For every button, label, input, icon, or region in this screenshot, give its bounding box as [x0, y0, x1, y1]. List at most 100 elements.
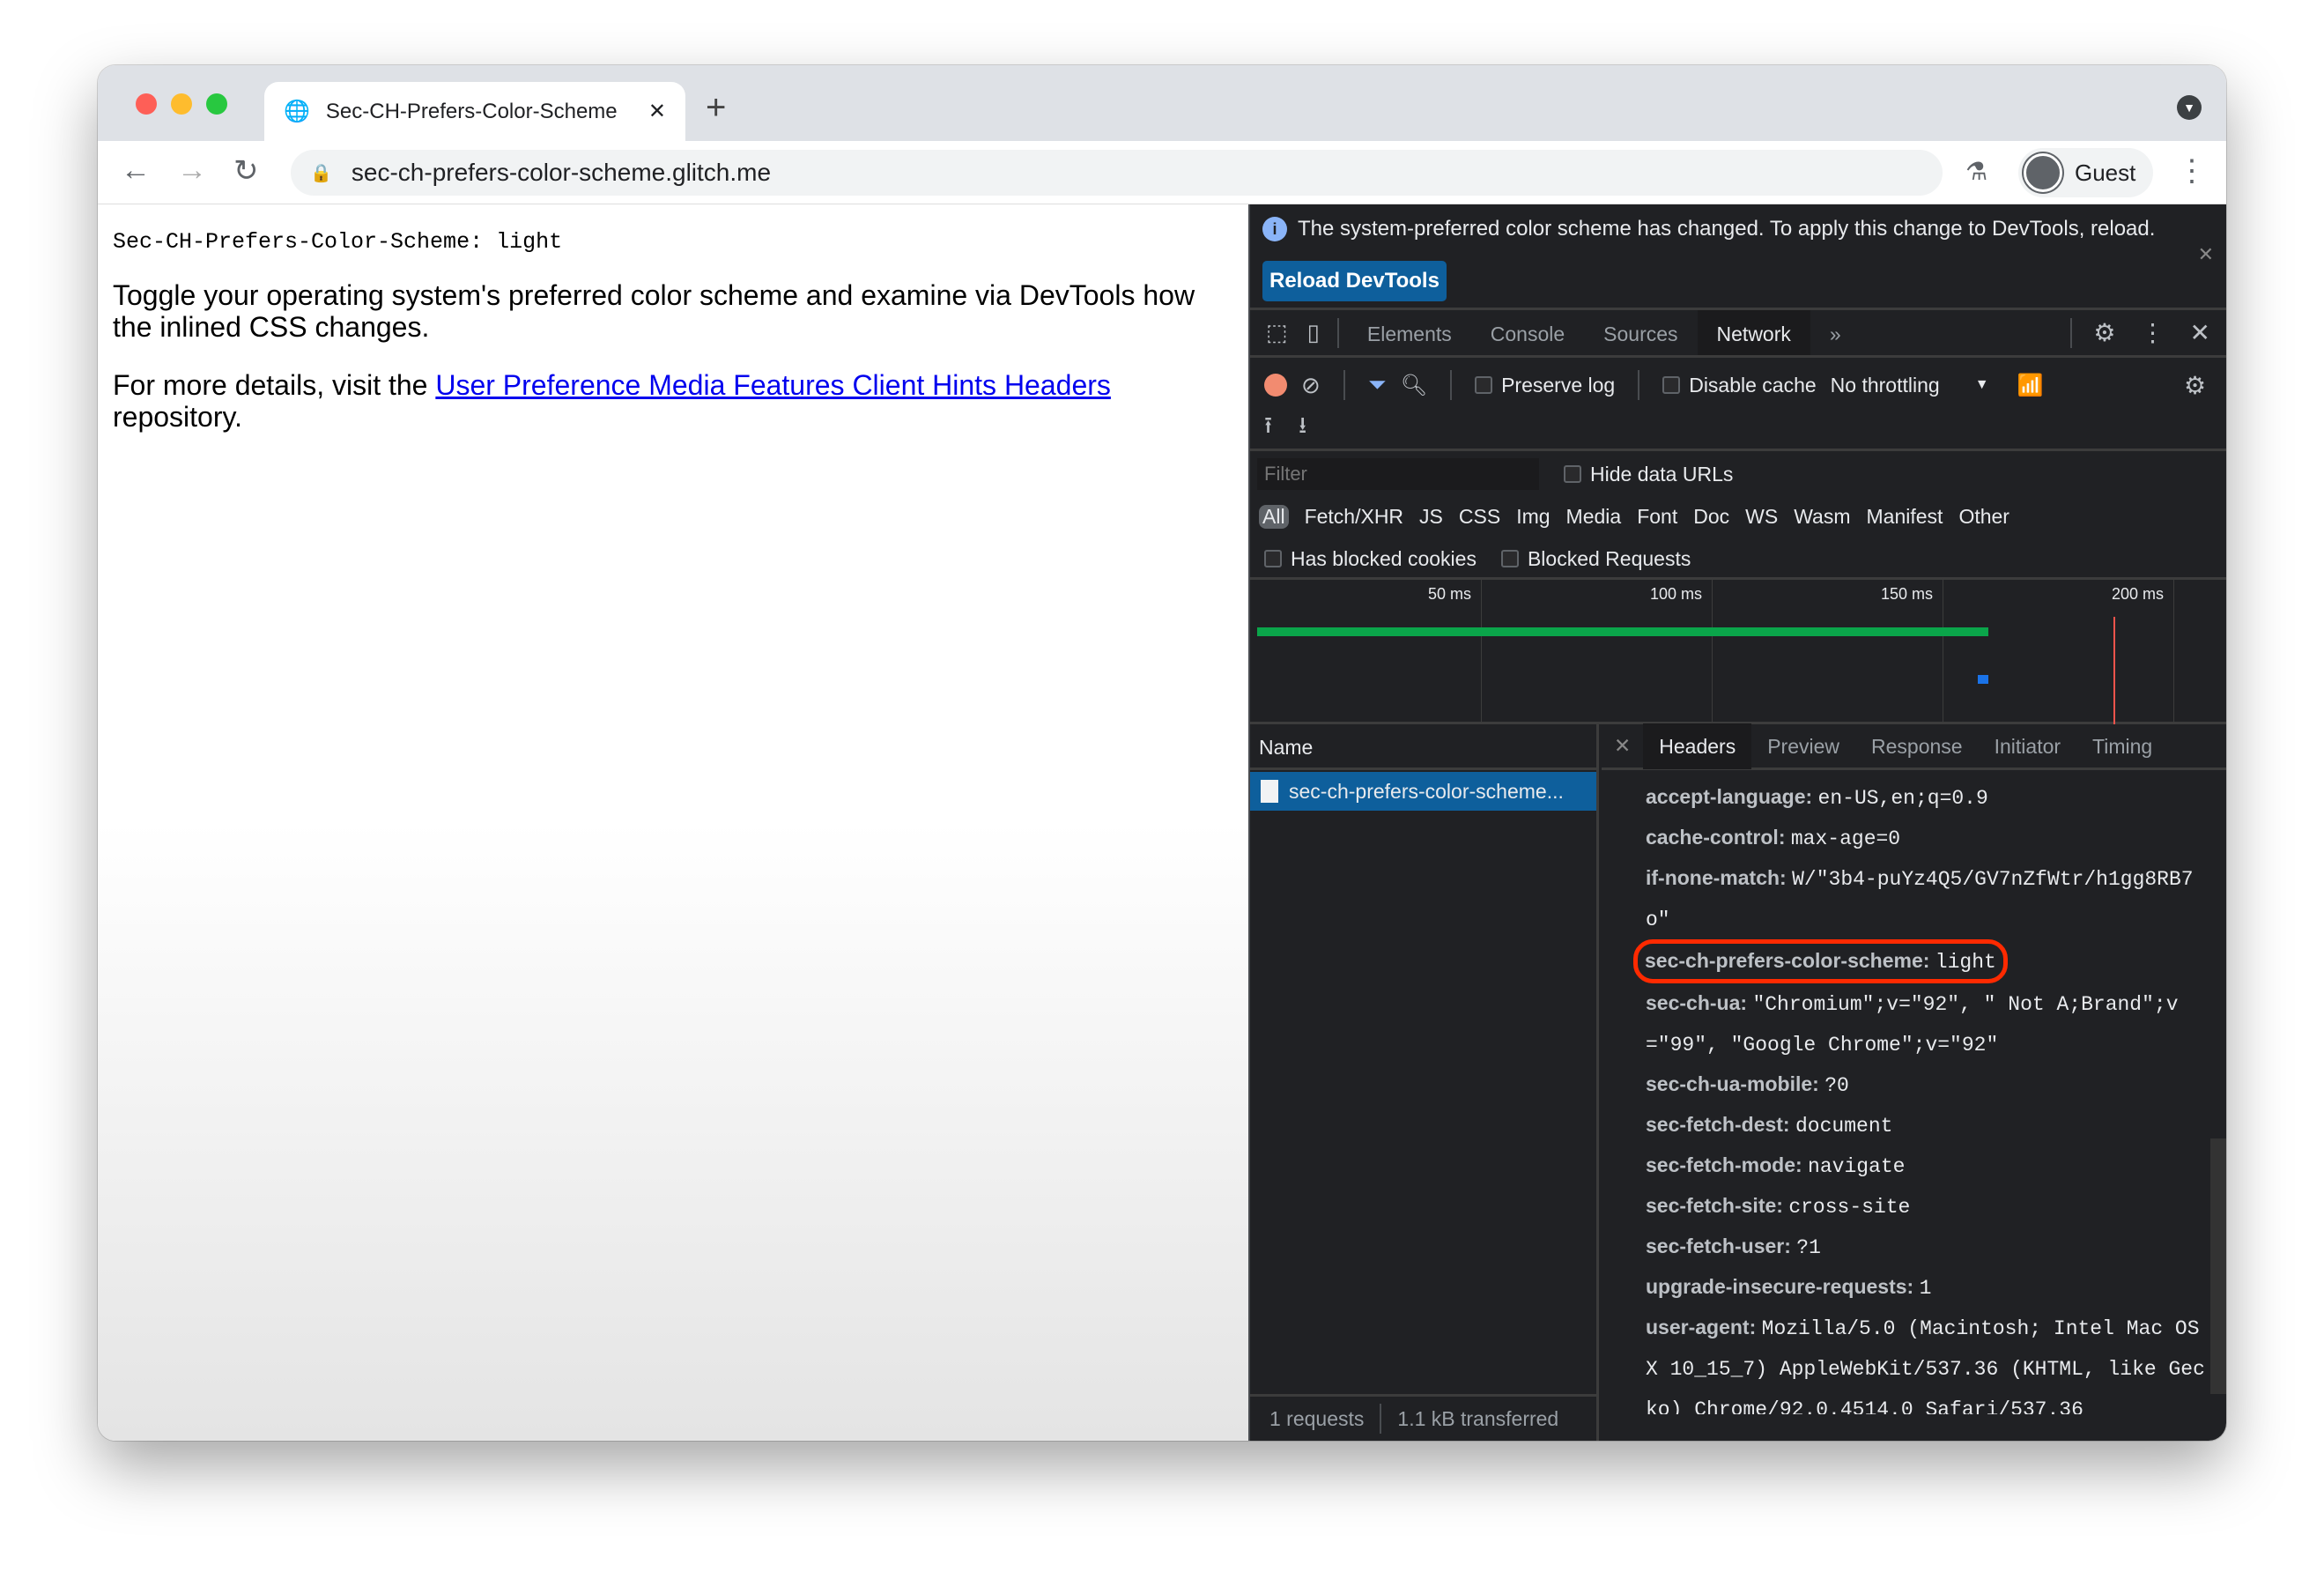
detail-tab-preview[interactable]: Preview	[1751, 723, 1855, 769]
type-filter-img[interactable]: Img	[1516, 505, 1550, 529]
filter-bar: Hide data URLs All Fetch/XHR JS CSS Img Media…	[1250, 451, 2226, 580]
close-details-icon[interactable]: ✕	[1602, 734, 1643, 758]
browser-tab[interactable]: 🌐 Sec-CH-Prefers-Color-Scheme ✕	[264, 82, 685, 141]
header-row: sec-fetch-site: cross-site	[1646, 1186, 2209, 1227]
filter-funnel-icon[interactable]: ⏷	[1368, 371, 1387, 399]
close-devtools-icon[interactable]: ✕	[2178, 318, 2226, 347]
repo-link[interactable]: User Preference Media Features Client Hi…	[435, 369, 1111, 401]
devtools-tabs: ⬚ ▯ Elements Console Sources Network » ⚙…	[1250, 310, 2226, 358]
request-details: ✕ Headers Preview Response Initiator Timing …	[1602, 723, 2226, 1441]
inspect-element-icon[interactable]: ⬚	[1250, 319, 1299, 346]
tick-label: 50 ms	[1428, 585, 1472, 603]
detail-tab-initiator[interactable]: Initiator	[1979, 723, 2076, 769]
clear-icon[interactable]: ⊘	[1301, 372, 1321, 399]
type-filter-doc[interactable]: Doc	[1693, 505, 1729, 529]
header-row: user-agent: Mozilla/5.0 (Macintosh; Inte…	[1646, 1308, 2209, 1414]
detail-tab-response[interactable]: Response	[1855, 723, 1979, 769]
forward-icon[interactable]: →	[177, 153, 207, 188]
network-settings-gear-icon[interactable]: ⚙	[2184, 371, 2206, 400]
has-blocked-cookies-checkbox[interactable]: Has blocked cookies	[1264, 547, 1477, 571]
tab-search-button[interactable]: ▼	[2177, 95, 2202, 120]
header-value: cross-site	[1788, 1196, 1911, 1219]
close-window-button[interactable]	[136, 93, 157, 115]
header-row: sec-fetch-dest: document	[1646, 1105, 2209, 1146]
type-filter-other[interactable]: Other	[1958, 505, 2009, 529]
type-filter-manifest[interactable]: Manifest	[1867, 505, 1943, 529]
request-row[interactable]: sec-ch-prefers-color-scheme...	[1250, 772, 1596, 811]
settings-gear-icon[interactable]: ⚙	[2081, 318, 2128, 347]
infobar: i The system-preferred color scheme has c…	[1250, 204, 2226, 310]
details-paragraph: For more details, visit the User Prefere…	[113, 369, 1111, 433]
checkbox-box	[1662, 376, 1681, 394]
header-row: upgrade-insecure-requests: 1	[1646, 1267, 2209, 1308]
type-filter-wasm[interactable]: Wasm	[1794, 505, 1850, 529]
detail-tab-timing[interactable]: Timing	[2076, 723, 2168, 769]
import-har-icon[interactable]: ⭱	[1264, 409, 1272, 448]
record-icon[interactable]	[1264, 374, 1287, 397]
reload-icon[interactable]: ↻	[233, 153, 259, 189]
address-bar[interactable]: 🔒 sec-ch-prefers-color-scheme.glitch.me	[291, 150, 1943, 196]
minimize-window-button[interactable]	[171, 93, 192, 115]
dropdown-arrow-icon: ▼	[1974, 377, 1989, 392]
reload-devtools-button[interactable]: Reload DevTools	[1262, 261, 1447, 301]
header-value: en-US,en;q=0.9	[1817, 787, 1988, 810]
device-toolbar-icon[interactable]: ▯	[1299, 319, 1329, 346]
detail-tab-headers[interactable]: Headers	[1643, 723, 1752, 769]
tick-label: 150 ms	[1881, 585, 1934, 603]
tab-network[interactable]: Network	[1697, 310, 1810, 355]
header-name: sec-ch-prefers-color-scheme:	[1645, 949, 1930, 972]
preserve-log-checkbox[interactable]: Preserve log	[1475, 374, 1615, 397]
type-filter-font[interactable]: Font	[1637, 505, 1677, 529]
tab-sources[interactable]: Sources	[1584, 310, 1697, 355]
header-row: if-none-match: W/"3b4-puYz4Q5/GV7nZfWtr/…	[1646, 858, 2209, 939]
tab-elements[interactable]: Elements	[1348, 310, 1471, 355]
profile-button[interactable]: Guest	[2018, 148, 2154, 197]
maximize-window-button[interactable]	[206, 93, 227, 115]
request-headers-list: accept-language: en-US,en;q=0.9 cache-con…	[1602, 770, 2209, 1414]
more-tabs-icon[interactable]: »	[1810, 310, 1861, 355]
network-overview-timeline[interactable]: 50 ms 100 ms 150 ms 200 ms	[1250, 580, 2226, 724]
scrollbar[interactable]	[2210, 1138, 2226, 1394]
header-name: sec-fetch-user:	[1646, 1235, 1791, 1257]
checkbox-box	[1564, 465, 1581, 483]
menu-kebab-icon[interactable]: ⋮	[2177, 153, 2207, 189]
tick-label: 100 ms	[1650, 585, 1703, 603]
request-list: Name sec-ch-prefers-color-scheme... 1 re…	[1250, 724, 1599, 1441]
kebab-menu-icon[interactable]: ⋮	[2128, 318, 2178, 347]
divider	[1336, 317, 1339, 348]
type-filter-css[interactable]: CSS	[1459, 505, 1500, 529]
type-filter-ws[interactable]: WS	[1745, 505, 1778, 529]
header-row: accept-language: en-US,en;q=0.9	[1646, 777, 2209, 818]
header-row: sec-fetch-mode: navigate	[1646, 1146, 2209, 1186]
divider	[1343, 370, 1345, 400]
close-tab-icon[interactable]: ✕	[648, 99, 666, 124]
intro-paragraph: Toggle your operating system's preferred…	[113, 279, 1195, 343]
header-value: light	[1935, 951, 1996, 974]
filter-input[interactable]	[1257, 458, 1539, 490]
blocked-requests-checkbox[interactable]: Blocked Requests	[1500, 547, 1691, 571]
request-timing-bar	[1257, 627, 1988, 684]
throttling-select[interactable]: No throttling ▼	[1831, 374, 1989, 397]
tab-strip: 🌐 Sec-CH-Prefers-Color-Scheme ✕ + ▼	[98, 65, 2226, 141]
search-icon[interactable]: 🔍︎	[1401, 373, 1427, 398]
new-tab-button[interactable]: +	[706, 88, 726, 128]
back-icon[interactable]: ←	[121, 153, 151, 188]
type-filter-js[interactable]: JS	[1419, 505, 1443, 529]
name-column-header[interactable]: Name	[1250, 724, 1596, 770]
labs-flask-icon[interactable]: ⚗	[1965, 157, 1987, 186]
type-filter-fetchxhr[interactable]: Fetch/XHR	[1305, 505, 1403, 529]
divider	[1380, 1404, 1382, 1434]
divider	[1638, 370, 1640, 400]
globe-icon: 🌐	[284, 100, 310, 123]
disable-cache-checkbox[interactable]: Disable cache	[1662, 374, 1817, 397]
export-har-icon[interactable]: ⭳	[1299, 409, 1306, 448]
load-event-marker	[2113, 617, 2115, 724]
type-filter-all[interactable]: All	[1259, 504, 1289, 529]
highlight-annotation: sec-ch-prefers-color-scheme: light	[1633, 939, 2008, 983]
tab-console[interactable]: Console	[1471, 310, 1584, 355]
network-conditions-icon[interactable]: 📶	[2017, 373, 2044, 398]
type-filter-media[interactable]: Media	[1566, 505, 1622, 529]
hide-data-urls-checkbox[interactable]: Hide data URLs	[1564, 463, 1733, 486]
close-infobar-icon[interactable]: ✕	[2198, 243, 2214, 266]
checkbox-box	[1475, 376, 1493, 394]
